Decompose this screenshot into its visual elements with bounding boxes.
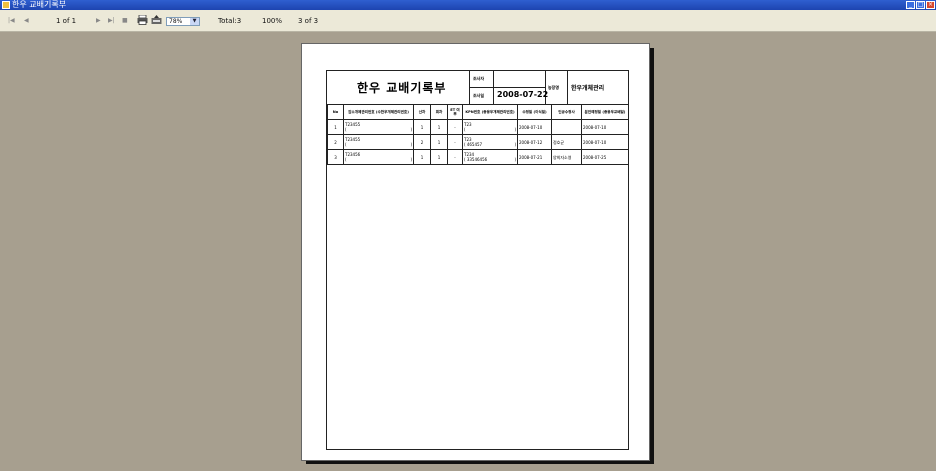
last-page-icon[interactable]: ▶| xyxy=(108,15,115,27)
row-count: 1 xyxy=(430,149,448,165)
report-toolbar: |◀ ◀ 1 of 1 ▶ ▶| ■ 78% ▼ Total:3 100% 3 … xyxy=(0,10,936,32)
row-no: 2 xyxy=(327,134,344,150)
maximize-button[interactable]: □ xyxy=(916,1,925,9)
page-indicator: 1 of 1 xyxy=(56,17,77,25)
row-et: - xyxy=(447,134,463,150)
col-parity: 산차 xyxy=(413,104,431,120)
row-date: 2008-07-21 xyxy=(517,149,552,165)
row-cow-id: T23456( ) xyxy=(343,149,414,165)
breeding-record-table: No 암소개체관리번호 (수한우개체관리번호) 산차 회차 ET 여부 KPN번… xyxy=(327,104,629,165)
minimize-button[interactable]: _ xyxy=(906,1,915,9)
row-technician: 정호균 xyxy=(551,134,582,150)
stop-icon[interactable]: ■ xyxy=(122,15,128,27)
row-kpn: T23( ) xyxy=(462,119,518,135)
percent-complete: 100% xyxy=(262,17,283,25)
row-due: 2008-07-10 xyxy=(581,119,629,135)
row-due: 2008-07-25 xyxy=(581,149,629,165)
app-icon xyxy=(2,1,10,9)
farm-label: 농장명 xyxy=(548,85,560,90)
record-count: 3 of 3 xyxy=(298,17,319,25)
printer-icon[interactable] xyxy=(137,15,148,25)
row-no: 3 xyxy=(327,149,344,165)
inspector-label: 조사자 xyxy=(473,76,485,81)
close-button[interactable]: × xyxy=(926,1,935,9)
row-kpn: T23( 465457 ) xyxy=(462,134,518,150)
row-date: 2008-07-10 xyxy=(517,119,552,135)
report-frame: 한우 교배기록부 조사자 조사일 2008-07-22 농장명 한우개체관리 N… xyxy=(326,70,629,450)
row-parity: 1 xyxy=(413,149,431,165)
table-header-row: No 암소개체관리번호 (수한우개체관리번호) 산차 회차 ET 여부 KPN번… xyxy=(327,104,629,120)
col-count: 회차 xyxy=(430,104,448,120)
row-due: 2008-07-10 xyxy=(581,134,629,150)
row-et: - xyxy=(447,149,463,165)
row-cow-id: T23455( ) xyxy=(343,119,414,135)
first-page-icon[interactable]: |◀ xyxy=(8,15,15,27)
title-bar: 한우 교배기록부 _ □ × xyxy=(0,0,936,10)
chevron-down-icon[interactable]: ▼ xyxy=(190,18,199,25)
inspection-date: 2008-07-22 xyxy=(497,90,549,99)
inspection-date-label: 조사일 xyxy=(473,93,485,98)
row-technician xyxy=(551,119,582,135)
report-page: 한우 교배기록부 조사자 조사일 2008-07-22 농장명 한우개체관리 N… xyxy=(301,43,650,461)
row-no: 1 xyxy=(327,119,344,135)
col-due: 분만예정일 (종웅우교배일) xyxy=(581,104,629,120)
export-icon[interactable] xyxy=(151,15,162,25)
farm-name: 한우개체관리 xyxy=(571,85,605,92)
row-cow-id: T23455( ) xyxy=(343,134,414,150)
col-date: 수정일 (이식일) xyxy=(517,104,552,120)
zoom-select[interactable]: 78% ▼ xyxy=(166,17,200,26)
table-row: 3 T23456( ) 1 1 - T234( 33546456 ) 2008-… xyxy=(327,149,629,165)
row-kpn: T234( 33546456 ) xyxy=(462,149,518,165)
table-row: 2 T23455( ) 2 1 - T23( 465457 ) 2008-07-… xyxy=(327,134,629,150)
prev-page-icon[interactable]: ◀ xyxy=(24,15,29,27)
row-count: 1 xyxy=(430,119,448,135)
row-count: 1 xyxy=(430,134,448,150)
col-cow-id: 암소개체관리번호 (수한우개체관리번호) xyxy=(343,104,414,120)
col-no: No xyxy=(327,104,344,120)
col-technician: 인공수정사 xyxy=(551,104,582,120)
col-kpn: KPN번호 (종웅우개체관리번호) xyxy=(462,104,518,120)
table-row: 1 T23455( ) 1 1 - T23( ) 2008-07-10 2008… xyxy=(327,119,629,135)
row-et: - xyxy=(447,119,463,135)
total-records: Total:3 xyxy=(218,17,242,25)
col-et: ET 여부 xyxy=(447,104,463,120)
row-parity: 2 xyxy=(413,134,431,150)
next-page-icon[interactable]: ▶ xyxy=(96,15,101,27)
row-date: 2008-07-12 xyxy=(517,134,552,150)
report-title: 한우 교배기록부 xyxy=(357,81,447,95)
row-parity: 1 xyxy=(413,119,431,135)
window-title: 한우 교배기록부 xyxy=(12,0,67,9)
zoom-value: 78% xyxy=(169,18,183,25)
row-technician: 양희자소영 xyxy=(551,149,582,165)
